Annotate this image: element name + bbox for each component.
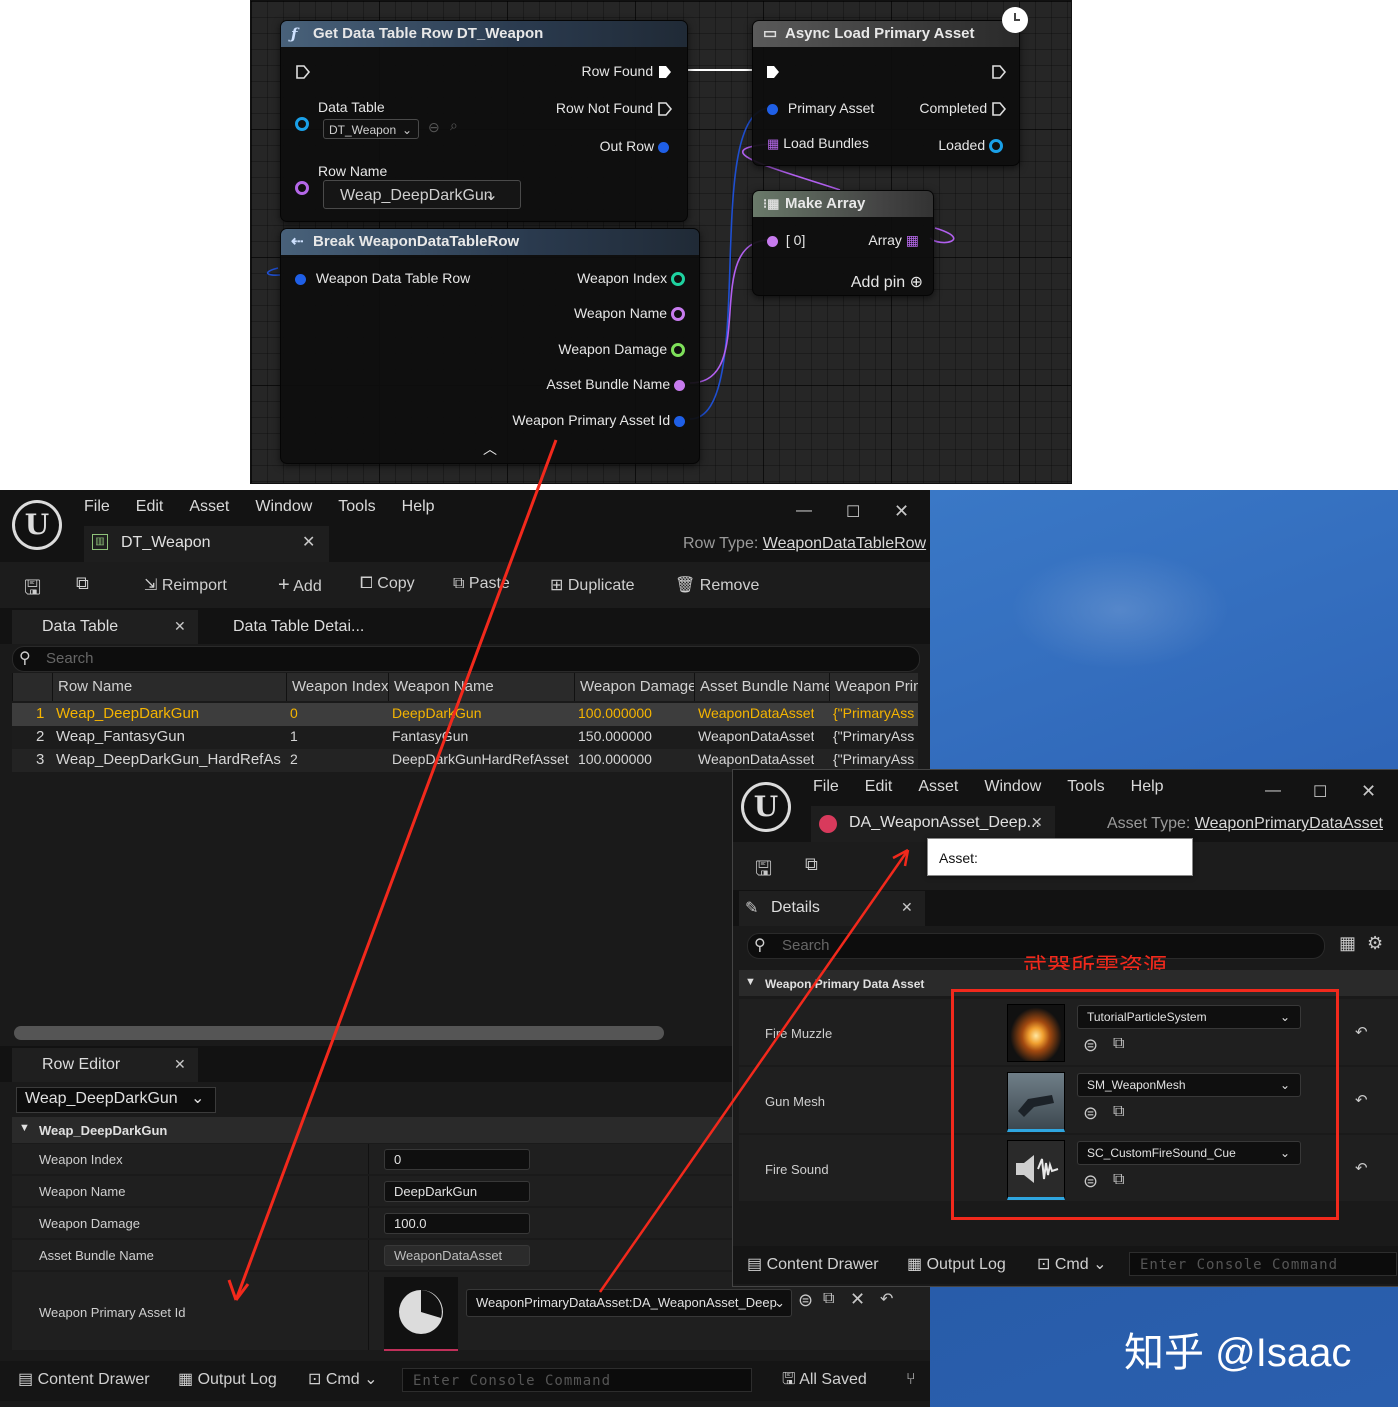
watermark: 知乎 @Isaac	[1124, 1331, 1352, 1375]
arrow-to-primary-id	[234, 439, 558, 1301]
arrow-head	[892, 848, 910, 867]
arrow-to-data-asset	[598, 849, 910, 1293]
annotation-arrows	[227, 439, 910, 1301]
